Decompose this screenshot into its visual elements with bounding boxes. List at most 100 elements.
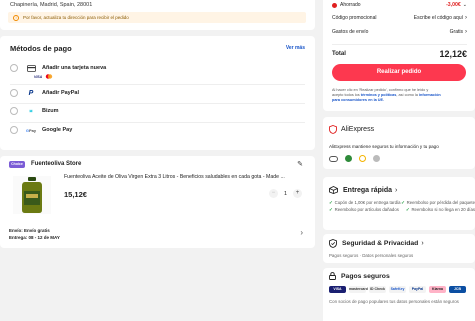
radio-card[interactable] bbox=[10, 64, 18, 72]
google-pay-icon: G Pay bbox=[25, 127, 37, 133]
payment-title: Métodos de pago bbox=[10, 44, 72, 53]
credit-card-icon bbox=[26, 64, 36, 72]
payment-logos: VISA mastercard ID Check SafeKey PayPal … bbox=[329, 286, 466, 293]
legal-text: Al hacer clic en 'Realizar pedido', conf… bbox=[332, 88, 441, 102]
fast-delivery-card: Entrega rápida › ✓ Cupón de 1,00€ por ent… bbox=[323, 177, 475, 230]
lock-icon bbox=[329, 272, 336, 280]
card-brand-row: VISA bbox=[34, 74, 53, 79]
place-order-button[interactable]: Realizar pedido bbox=[332, 64, 466, 81]
saved-label: Ahorrado bbox=[340, 2, 361, 8]
secure-payments-card: Pagos seguros VISA mastercard ID Check S… bbox=[323, 268, 475, 321]
increase-button[interactable]: + bbox=[293, 189, 302, 198]
aliexpress-trust-card: AliExpress AliExpress mantiene seguros t… bbox=[323, 117, 475, 169]
shipping-cost-value: Gratis bbox=[449, 29, 463, 35]
delivery-benefits: ✓ Cupón de 1,00€ por entrega tardía ✓ Reem… bbox=[329, 199, 475, 213]
chevron-right-icon[interactable]: › bbox=[300, 228, 303, 237]
decrease-button[interactable]: − bbox=[268, 189, 278, 198]
chevron-right-icon[interactable]: › bbox=[465, 29, 467, 35]
edit-icon[interactable]: ✎ bbox=[297, 160, 303, 168]
benefit-item: ✓ Reembolso por artículos dañados bbox=[329, 207, 399, 212]
mastercard-icon bbox=[45, 74, 53, 79]
shipping-line: Envío: Envío gratis bbox=[9, 228, 50, 233]
secure-badge-icon bbox=[373, 155, 380, 162]
paypal-icon: P bbox=[28, 89, 34, 97]
saved-row: Ahorrado -3,00€ ⌄ bbox=[332, 2, 467, 8]
total-row: Total 12,12€ bbox=[332, 49, 467, 59]
chevron-right-icon[interactable]: › bbox=[465, 15, 467, 21]
shipping-cost-label: Gastos de envío bbox=[332, 29, 369, 35]
benefit-item: ✓ Reembolso por pérdida del paquete bbox=[401, 200, 475, 205]
safekey-logo: SafeKey bbox=[389, 286, 406, 293]
payment-methods-card: Métodos de pago Ver más Añadir una tarje… bbox=[0, 36, 315, 150]
visa-logo: VISA bbox=[329, 286, 346, 293]
address-line: Chapinería, Madrid, Spain, 28001 bbox=[10, 2, 93, 8]
certificate-badge-icon bbox=[329, 155, 338, 162]
benefit-item: ✓ Reembolso si no llega en 20 días bbox=[405, 207, 475, 212]
payment-option-label: Bizum bbox=[42, 108, 59, 114]
bizum-icon: 𝄪 bbox=[29, 107, 33, 114]
paypal-logo: PayPal bbox=[409, 286, 426, 293]
chevron-right-icon[interactable]: › bbox=[395, 187, 397, 194]
summary-card: Ahorrado -3,00€ ⌄ Código promocional Esc… bbox=[323, 0, 475, 111]
chevron-right-icon[interactable]: › bbox=[421, 240, 423, 247]
truck-icon bbox=[329, 186, 338, 194]
payment-option-label: Añadir PayPal bbox=[42, 90, 79, 96]
divider bbox=[332, 44, 467, 45]
delivery-line: Entrega: 08 - 12 de MAY bbox=[9, 235, 60, 240]
klarna-logo: Klarna bbox=[429, 286, 446, 293]
radio-google-pay[interactable] bbox=[10, 126, 18, 134]
product-title[interactable]: Fuenteoliva Aceite de Oliva Virgen Extra… bbox=[64, 174, 308, 180]
address-card: Chapinería, Madrid, Spain, 28001 ! Por f… bbox=[0, 0, 315, 30]
see-more-link[interactable]: Ver más bbox=[286, 45, 305, 51]
total-label: Total bbox=[332, 51, 346, 57]
payment-option-bizum[interactable]: 𝄪 Bizum bbox=[10, 105, 59, 117]
shipping-cost-row: Gastos de envío Gratis › bbox=[332, 29, 467, 35]
total-value: 12,12€ bbox=[439, 49, 467, 59]
secure-payments-title: Pagos seguros bbox=[341, 272, 390, 280]
jcb-logo: JCB bbox=[449, 286, 466, 293]
coupon-icon bbox=[332, 2, 337, 8]
radio-bizum[interactable] bbox=[10, 107, 18, 115]
security-subtitle: Pagos seguros · Datos personales seguros bbox=[329, 253, 414, 258]
payment-option-paypal[interactable]: P Añadir PayPal bbox=[10, 87, 79, 99]
verified-badge-icon bbox=[345, 155, 352, 162]
payment-option-google-pay[interactable]: G Pay Google Pay bbox=[10, 124, 72, 136]
mastercard-logo: mastercard bbox=[349, 286, 368, 293]
shield-check-icon bbox=[329, 239, 337, 248]
info-link[interactable]: información bbox=[419, 93, 441, 97]
secure-payments-text: Con socios de pago populares tus datos p… bbox=[329, 299, 459, 304]
address-notice[interactable]: ! Por favor, actualiza tu dirección para… bbox=[8, 12, 306, 23]
quantity-value[interactable]: 1 bbox=[284, 191, 287, 197]
aliexpress-text: AliExpress mantiene seguros tu informaci… bbox=[329, 144, 439, 149]
payment-option-label: Añadir una tarjeta nueva bbox=[42, 65, 107, 71]
quantity-stepper[interactable]: − 1 + bbox=[268, 189, 302, 198]
warning-icon: ! bbox=[13, 14, 19, 21]
payment-option-label: Google Pay bbox=[42, 127, 73, 133]
promo-action[interactable]: Escribe el código aquí bbox=[414, 15, 463, 21]
payment-option-card[interactable]: Añadir una tarjeta nueva bbox=[10, 62, 106, 74]
divider bbox=[10, 84, 305, 85]
info-link-cont[interactable]: para consumidores en la UE. bbox=[332, 98, 384, 102]
security-title[interactable]: Seguridad & Privacidad bbox=[342, 240, 418, 247]
notice-text: Por favor, actualiza tu dirección para r… bbox=[23, 15, 129, 20]
promo-label: Código promocional bbox=[332, 15, 377, 21]
norton-badge-icon bbox=[359, 155, 366, 162]
store-card: Choice Fuenteoliva Store ✎ Fuenteoliva A… bbox=[0, 156, 315, 248]
id-check-logo: ID Check bbox=[369, 286, 386, 293]
store-name[interactable]: Fuenteoliva Store bbox=[31, 161, 81, 167]
chevron-down-icon[interactable]: ⌄ bbox=[463, 2, 467, 8]
choice-badge: Choice bbox=[9, 161, 25, 168]
product-price: 15,12€ bbox=[64, 190, 87, 199]
security-privacy-card: Seguridad & Privacidad › Pagos seguros ·… bbox=[323, 234, 475, 263]
saved-value: -3,00€ bbox=[446, 2, 461, 8]
aliexpress-brand: AliExpress bbox=[341, 126, 375, 133]
benefit-item: ✓ Cupón de 1,00€ por entrega tardía bbox=[329, 200, 401, 205]
promo-row[interactable]: Código promocional Escribe el código aqu… bbox=[332, 15, 467, 21]
terms-link[interactable]: términos y políticas bbox=[361, 93, 397, 97]
divider bbox=[10, 103, 305, 104]
product-image[interactable] bbox=[13, 176, 51, 214]
visa-icon: VISA bbox=[34, 74, 43, 79]
fast-delivery-title[interactable]: Entrega rápida bbox=[343, 187, 392, 194]
trust-badges bbox=[329, 155, 380, 162]
radio-paypal[interactable] bbox=[10, 89, 18, 97]
